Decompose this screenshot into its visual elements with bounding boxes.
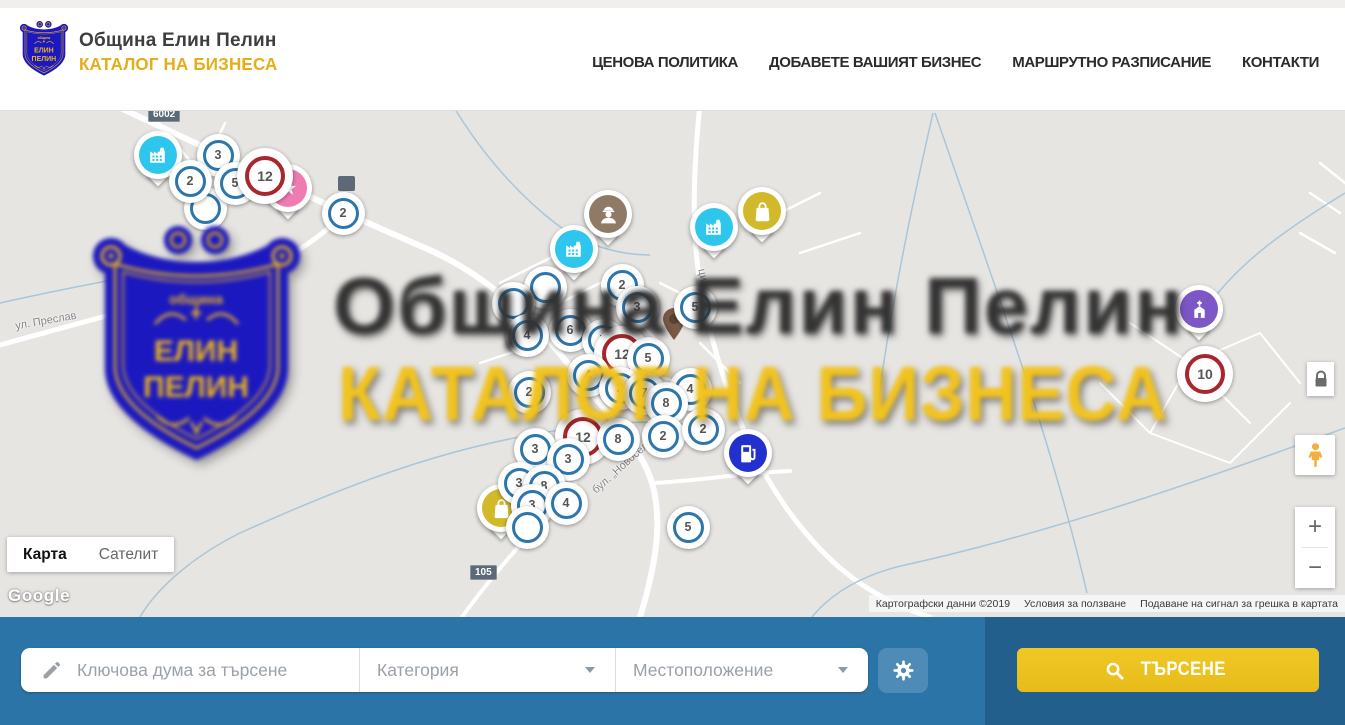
attribution-report-link[interactable]: Подаване на сигнал за грешка в картата bbox=[1140, 598, 1338, 610]
search-fields-group: Категория Местоположение bbox=[21, 648, 868, 692]
zoom-out-button[interactable]: − bbox=[1295, 548, 1335, 588]
map-pin-factory[interactable] bbox=[690, 203, 738, 251]
nav-item-pricing-policy[interactable]: ЦЕНОВА ПОЛИТИКА bbox=[592, 54, 738, 71]
brand-logo[interactable]: Община Елин Пелин КАТАЛОГ НА БИЗНЕСА bbox=[18, 19, 284, 80]
lock-icon bbox=[1314, 370, 1328, 388]
category-select-label: Категория bbox=[377, 660, 459, 681]
street-view-pegman-button[interactable] bbox=[1295, 435, 1335, 475]
location-select[interactable]: Местоположение bbox=[615, 648, 868, 692]
map-pin-shopping-bag[interactable] bbox=[738, 187, 786, 235]
chevron-down-icon bbox=[585, 667, 595, 673]
main-nav: ЦЕНОВА ПОЛИТИКА ДОБАВЕТЕ ВАШИЯТ БИЗНЕС М… bbox=[592, 14, 1319, 110]
chevron-down-icon bbox=[838, 667, 848, 673]
map-type-map-button[interactable]: Карта bbox=[7, 537, 83, 572]
map-attribution: Картографски данни ©2019 Условия за полз… bbox=[869, 595, 1345, 612]
site-header: Община Елин Пелин КАТАЛОГ НА БИЗНЕСА ЦЕН… bbox=[0, 0, 1345, 111]
gear-icon bbox=[892, 659, 915, 682]
location-select-label: Местоположение bbox=[633, 660, 773, 681]
pegman-icon bbox=[1303, 442, 1328, 469]
search-button-label: ТЪРСЕНЕ bbox=[1140, 659, 1225, 681]
search-icon bbox=[1105, 661, 1124, 680]
zoom-in-button[interactable]: + bbox=[1295, 507, 1335, 547]
search-bar: Категория Местоположение ТЪРСЕНЕ bbox=[0, 617, 1345, 725]
cluster-marker[interactable]: 5 bbox=[667, 506, 710, 549]
cluster-marker[interactable]: 2 bbox=[169, 160, 212, 203]
attribution-terms-link[interactable]: Условия за ползване bbox=[1024, 598, 1126, 610]
municipality-emblem-icon bbox=[18, 19, 70, 80]
top-strip bbox=[0, 0, 1345, 8]
nav-item-add-your-business[interactable]: ДОБАВЕТЕ ВАШИЯТ БИЗНЕС bbox=[769, 54, 981, 71]
map-type-control: Карта Сателит bbox=[7, 537, 174, 572]
zoom-control: + − bbox=[1295, 507, 1335, 588]
brand-title: Община Елин Пелин bbox=[79, 30, 284, 52]
brand-subtitle: КАТАЛОГ НА БИЗНЕСА bbox=[79, 54, 277, 75]
attribution-copyright: Картографски данни ©2019 bbox=[876, 598, 1010, 610]
settings-button[interactable] bbox=[878, 648, 928, 693]
category-select[interactable]: Категория bbox=[359, 648, 615, 692]
cluster-marker[interactable]: 2 bbox=[322, 192, 365, 235]
map-pin-worker[interactable] bbox=[584, 190, 632, 238]
nav-item-route-schedule[interactable]: МАРШРУТНО РАЗПИСАНИЕ bbox=[1012, 54, 1211, 71]
lock-button[interactable] bbox=[1307, 362, 1334, 396]
watermark-subtitle: КАТАЛОГ НА БИЗНЕСА bbox=[338, 350, 1168, 439]
search-input[interactable] bbox=[75, 659, 319, 682]
nav-item-contacts[interactable]: КОНТАКТИ bbox=[1242, 54, 1319, 71]
keyword-field bbox=[21, 648, 359, 692]
map-type-satellite-button[interactable]: Сателит bbox=[83, 537, 174, 572]
map-canvas[interactable]: 6002105ул. Преславбул. „Новоселции 32512… bbox=[0, 110, 1345, 617]
cluster-marker[interactable]: 12 bbox=[237, 148, 293, 204]
cluster-marker[interactable]: 10 bbox=[1177, 346, 1233, 402]
watermark-emblem bbox=[85, 218, 308, 478]
search-button[interactable]: ТЪРСЕНЕ bbox=[1017, 648, 1319, 692]
watermark-title: Община Елин Пелин bbox=[333, 260, 1185, 352]
cluster-marker[interactable] bbox=[506, 506, 549, 549]
cluster-marker[interactable]: 4 bbox=[545, 482, 588, 525]
pencil-icon bbox=[41, 660, 62, 681]
google-logo[interactable]: Google bbox=[8, 586, 70, 606]
